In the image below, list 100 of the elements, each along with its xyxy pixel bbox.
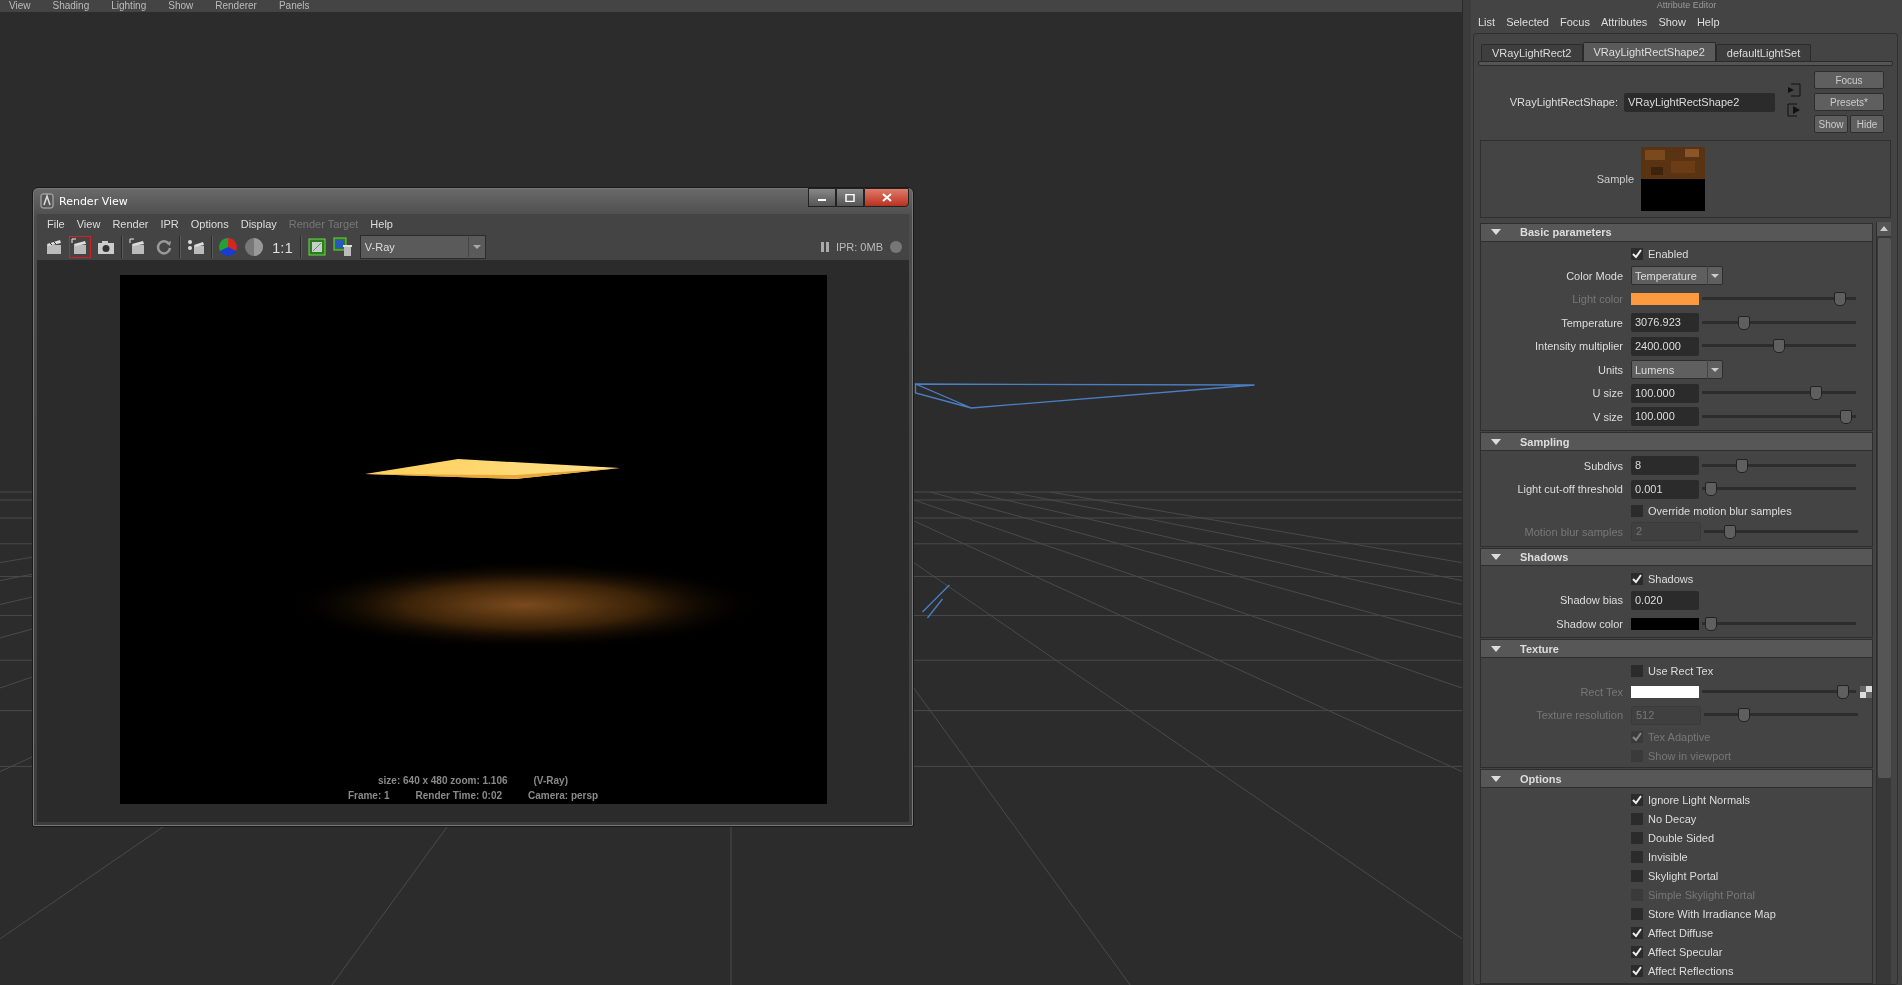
checkbox-label: Ignore Light Normals: [1648, 794, 1751, 807]
scrollbar[interactable]: [1876, 222, 1891, 984]
field-label: VRayLightRectShape:: [1508, 96, 1619, 108]
splitter-bar[interactable]: [1462, 0, 1471, 985]
caret-icon[interactable]: [1490, 773, 1502, 784]
menu-item[interactable]: File: [47, 218, 65, 230]
caret-icon[interactable]: [1490, 552, 1502, 562]
color-swatch[interactable]: [1631, 617, 1699, 630]
button[interactable]: Hide: [1850, 115, 1884, 133]
color-wheel-icon: [218, 237, 238, 257]
tab[interactable]: defaultLightSet: [1715, 44, 1812, 61]
menu-item[interactable]: Selected: [1506, 16, 1549, 28]
tab[interactable]: VRayLightRectShape2: [1582, 42, 1716, 61]
checkbox[interactable]: [1631, 248, 1643, 261]
number-field[interactable]: 0.020: [1631, 590, 1699, 610]
section-header[interactable]: Texture: [1480, 639, 1873, 659]
circle-icon: [244, 237, 264, 257]
scroll-up-button[interactable]: [1877, 222, 1891, 236]
tab[interactable]: VRayLightRect2: [1481, 44, 1583, 61]
field-label: Temperature: [1561, 316, 1623, 329]
section-header[interactable]: Sampling: [1480, 432, 1873, 452]
slider-thumb[interactable]: [1704, 482, 1717, 497]
name-field[interactable]: VRayLightRectShape2: [1624, 92, 1775, 112]
number-field[interactable]: 3076.923: [1631, 313, 1699, 333]
menu-item[interactable]: Display: [240, 218, 277, 230]
checkbox[interactable]: [1631, 504, 1643, 517]
ipr-status: IPR: 0MB: [835, 241, 883, 253]
button[interactable]: Focus: [1814, 71, 1884, 89]
menu-item[interactable]: Focus: [1559, 16, 1590, 28]
panel-title: Attribute Editor: [1655, 0, 1718, 12]
menu-item[interactable]: Panels: [278, 0, 310, 12]
toolbar-button[interactable]: [69, 236, 91, 258]
menu-item[interactable]: Shading: [52, 0, 90, 12]
camera-icon: [97, 238, 115, 256]
menu-item[interactable]: Show: [1658, 16, 1686, 28]
menu-item[interactable]: Render: [112, 218, 149, 230]
field-label: Intensity multiplier: [1534, 340, 1623, 353]
menu-item[interactable]: View: [76, 218, 101, 230]
button[interactable]: Show: [1814, 115, 1848, 133]
section-header[interactable]: Basic parameters: [1480, 223, 1873, 242]
number-field[interactable]: 100.000: [1631, 407, 1699, 427]
dropdown[interactable]: Temperature: [1631, 266, 1723, 286]
checkbox[interactable]: [1631, 870, 1643, 883]
frame-icon: [307, 238, 326, 256]
menu-item[interactable]: IPR: [160, 218, 179, 230]
menu-item[interactable]: List: [1478, 16, 1496, 28]
dropdown[interactable]: Lumens: [1631, 360, 1723, 380]
status-text: size: 640 x 480 zoom: 1.106: [378, 775, 508, 786]
toolbar-button[interactable]: [305, 236, 328, 258]
menu-item[interactable]: Help: [370, 218, 393, 230]
output-connection-icon[interactable]: [1787, 103, 1801, 117]
checkbox-label: Store With Irradiance Map: [1648, 908, 1776, 921]
caret-icon[interactable]: [1490, 643, 1502, 654]
checkbox-label: Override motion blur samples: [1648, 504, 1792, 517]
toolbar-button[interactable]: [243, 236, 265, 258]
renderer-dropdown[interactable]: V-Ray: [359, 235, 486, 259]
menu-item[interactable]: Renderer: [215, 0, 257, 12]
slider-thumb[interactable]: [1737, 315, 1750, 330]
checkbox-label: Skylight Portal: [1648, 870, 1719, 883]
menu-item[interactable]: Lighting: [111, 0, 147, 12]
minimize-button[interactable]: [808, 188, 836, 207]
pause-icon[interactable]: [819, 241, 830, 253]
checkbox[interactable]: [1631, 813, 1643, 826]
close-button[interactable]: [864, 188, 909, 207]
status-text: Frame: 1: [347, 790, 390, 801]
menu-item[interactable]: Show: [168, 0, 194, 12]
maximize-icon: [845, 193, 855, 202]
checkbox-label: Shadows: [1648, 572, 1694, 585]
caret-icon[interactable]: [1490, 436, 1502, 447]
checkbox[interactable]: [1631, 851, 1643, 864]
menu-item[interactable]: Help: [1696, 16, 1720, 28]
section-header[interactable]: Shadows: [1480, 547, 1873, 567]
menu-item[interactable]: View: [9, 0, 31, 12]
toolbar-button[interactable]: 1:1: [269, 236, 296, 258]
input-connection-icon[interactable]: [1787, 83, 1801, 97]
light-wireframe-drawing[interactable]: [914, 383, 1256, 619]
slider-thumb[interactable]: [1736, 458, 1749, 473]
menu-item[interactable]: Attributes: [1600, 16, 1648, 28]
maximize-button[interactable]: [836, 188, 864, 207]
number-field[interactable]: 2400.000: [1631, 336, 1699, 356]
menu-item[interactable]: Options: [190, 218, 229, 230]
button[interactable]: Presets*: [1814, 93, 1884, 111]
slider-thumb[interactable]: [1704, 616, 1717, 631]
slider-thumb[interactable]: [1809, 386, 1822, 401]
slider-thumb[interactable]: [1773, 339, 1785, 354]
field-label: Units: [1597, 363, 1623, 376]
checkbox[interactable]: [1631, 664, 1643, 677]
toolbar-button[interactable]: [331, 236, 354, 258]
number-field[interactable]: 8: [1631, 456, 1699, 476]
field-label: Shadow color: [1556, 617, 1623, 630]
number-field[interactable]: 100.000: [1631, 383, 1699, 403]
number-field[interactable]: 0.001: [1631, 479, 1699, 499]
checkbox[interactable]: [1631, 832, 1643, 845]
section-title: Basic parameters: [1520, 226, 1612, 239]
scrollbar-thumb[interactable]: [1877, 238, 1891, 778]
checkbox[interactable]: [1631, 908, 1643, 921]
clapper-icon: [129, 238, 147, 256]
status-light-icon: [889, 240, 903, 254]
slider-thumb[interactable]: [1839, 409, 1852, 424]
section-header[interactable]: Options: [1480, 769, 1873, 788]
